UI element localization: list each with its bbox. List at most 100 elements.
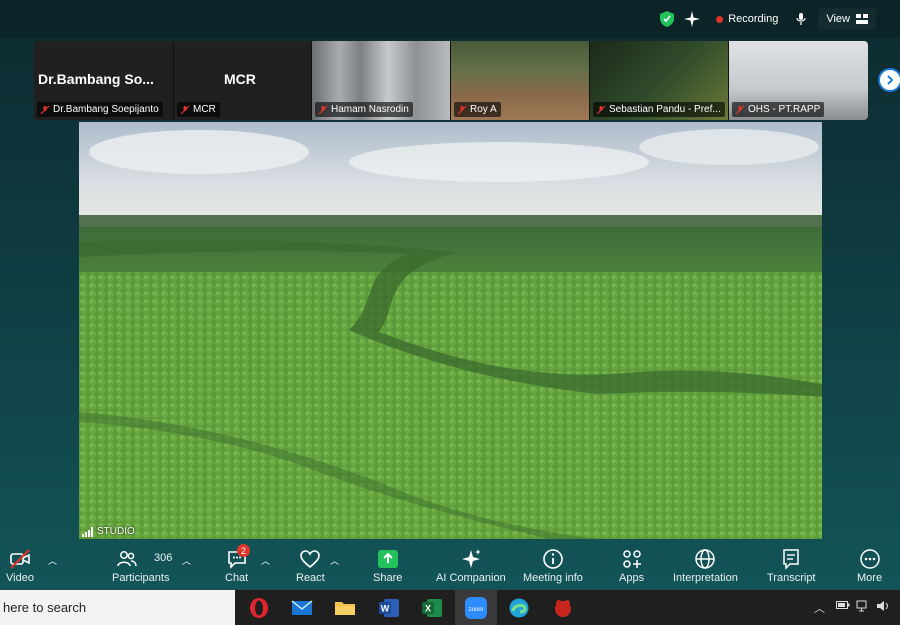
svg-text:X: X [425, 604, 431, 614]
grid-view-icon [856, 14, 868, 24]
tile-label: Sebastian Pandu - Pref... [593, 102, 725, 117]
view-label: View [826, 13, 850, 25]
tile-ohs[interactable]: OHS - PT.RAPP [729, 41, 868, 120]
muted-mic-icon [457, 105, 467, 114]
tile-label: Hamam Nasrodin [315, 102, 413, 117]
transcript-button[interactable]: Transcript [767, 548, 816, 584]
tile-mcr[interactable]: MCR MCR [174, 41, 312, 120]
tile-label-text: Sebastian Pandu - Pref... [609, 104, 721, 115]
more-dots-icon [859, 549, 880, 569]
interpretation-label: Interpretation [673, 572, 738, 584]
app-red-icon[interactable] [550, 595, 576, 621]
meeting-info-button[interactable]: Meeting info [523, 548, 583, 584]
info-icon [543, 549, 563, 569]
tile-label: MCR [177, 102, 220, 117]
excel-icon[interactable]: X [419, 595, 445, 621]
word-icon[interactable]: W [376, 595, 402, 621]
tile-hamam[interactable]: Hamam Nasrodin [312, 41, 451, 120]
react-label: React [296, 572, 325, 584]
top-right-controls: Recording View [660, 7, 876, 31]
more-button[interactable]: More [857, 548, 882, 584]
tile-roy[interactable]: Roy A [451, 41, 590, 120]
apps-label: Apps [619, 572, 645, 584]
participants-options-caret[interactable]: ︿ [182, 554, 191, 567]
studio-indicator: STUDIO [82, 526, 135, 537]
main-video-area[interactable]: STUDIO [79, 122, 822, 539]
globe-icon [695, 549, 716, 569]
recording-indicator[interactable]: Recording [710, 8, 784, 30]
muted-mic-icon [40, 105, 50, 114]
muted-mic-icon [180, 105, 190, 114]
chat-button[interactable]: 2 Chat [225, 544, 250, 584]
tile-label-text: OHS - PT.RAPP [748, 104, 821, 115]
tile-big-name: Dr.Bambang So... [38, 71, 154, 87]
file-explorer-icon[interactable] [332, 595, 358, 621]
react-button[interactable]: React [296, 548, 325, 584]
tile-label-text: Dr.Bambang Soepijanto [53, 104, 159, 115]
heart-icon [300, 550, 321, 569]
tile-label-text: Hamam Nasrodin [331, 104, 409, 115]
ai-companion-label: AI Companion [436, 572, 506, 584]
forest-video-frame [79, 122, 822, 539]
participants-button[interactable]: 306 Participants [112, 548, 173, 584]
video-options-caret[interactable]: ︿ [48, 554, 57, 567]
participants-count: 306 [154, 552, 173, 564]
transcript-label: Transcript [767, 572, 816, 584]
video-off-icon [10, 549, 30, 569]
network-icon[interactable] [856, 600, 870, 615]
muted-mic-icon [596, 105, 606, 114]
tile-bambang[interactable]: Dr.Bambang So... Dr.Bambang Soepijanto [34, 41, 174, 120]
apps-icon [622, 550, 641, 568]
share-label: Share [373, 572, 403, 584]
tile-label-text: MCR [193, 104, 216, 115]
transcript-icon [783, 549, 799, 570]
tile-big-name: MCR [224, 71, 256, 87]
video-label: Video [6, 572, 34, 584]
video-button[interactable]: Video [6, 548, 34, 584]
signal-bars-icon [82, 526, 93, 537]
participants-icon [116, 551, 137, 567]
windows-taskbar: here to search W X zoom ︿ [0, 590, 900, 625]
chat-unread-badge: 2 [237, 544, 250, 557]
meeting-toolbar: Video ︿ 306 Participants ︿ 2 Chat ︿ Reac… [0, 540, 900, 590]
chat-options-caret[interactable]: ︿ [261, 554, 270, 567]
taskbar-search-box[interactable]: here to search [0, 590, 235, 625]
recording-dot-icon [716, 15, 724, 23]
share-button[interactable]: Share [373, 548, 402, 584]
meeting-info-label: Meeting info [523, 572, 583, 584]
ai-companion-button[interactable]: AI Companion [436, 548, 506, 584]
security-shield-icon[interactable] [660, 11, 675, 27]
microphone-icon[interactable] [794, 12, 808, 26]
zoom-icon-text: zoom [469, 607, 484, 613]
tile-sebastian[interactable]: Sebastian Pandu - Pref... [590, 41, 729, 120]
interpretation-button[interactable]: Interpretation [673, 548, 738, 584]
next-page-arrow-button[interactable] [878, 68, 900, 92]
studio-label: STUDIO [97, 526, 135, 537]
tile-label-text: Roy A [470, 104, 497, 115]
muted-mic-icon [318, 105, 328, 114]
top-bar: Recording View [0, 0, 900, 38]
share-screen-icon [377, 550, 398, 568]
chevron-right-icon [887, 75, 894, 85]
svg-text:W: W [381, 604, 390, 614]
ai-companion-sparkle-icon [461, 549, 481, 568]
mail-icon[interactable] [289, 595, 315, 621]
taskbar-search-text: here to search [3, 600, 87, 615]
participant-thumbnails: Dr.Bambang So... Dr.Bambang Soepijanto M… [34, 41, 868, 120]
edge-icon[interactable] [506, 595, 532, 621]
tile-label: Roy A [454, 102, 501, 117]
tray-chevron-up-icon[interactable]: ︿ [814, 600, 825, 616]
ai-sparkle-icon[interactable] [684, 11, 701, 27]
zoom-taskbar-icon[interactable]: zoom [463, 595, 489, 621]
tile-label: Dr.Bambang Soepijanto [37, 102, 163, 117]
speaker-icon[interactable] [876, 600, 890, 615]
react-options-caret[interactable]: ︿ [330, 554, 339, 567]
opera-icon[interactable] [246, 595, 272, 621]
view-button[interactable]: View [818, 8, 876, 30]
participants-label: Participants [112, 572, 170, 584]
muted-mic-icon [735, 105, 745, 114]
battery-icon[interactable] [836, 600, 850, 613]
chat-label: Chat [225, 572, 249, 584]
apps-button[interactable]: Apps [619, 548, 644, 584]
tile-label: OHS - PT.RAPP [732, 102, 825, 117]
